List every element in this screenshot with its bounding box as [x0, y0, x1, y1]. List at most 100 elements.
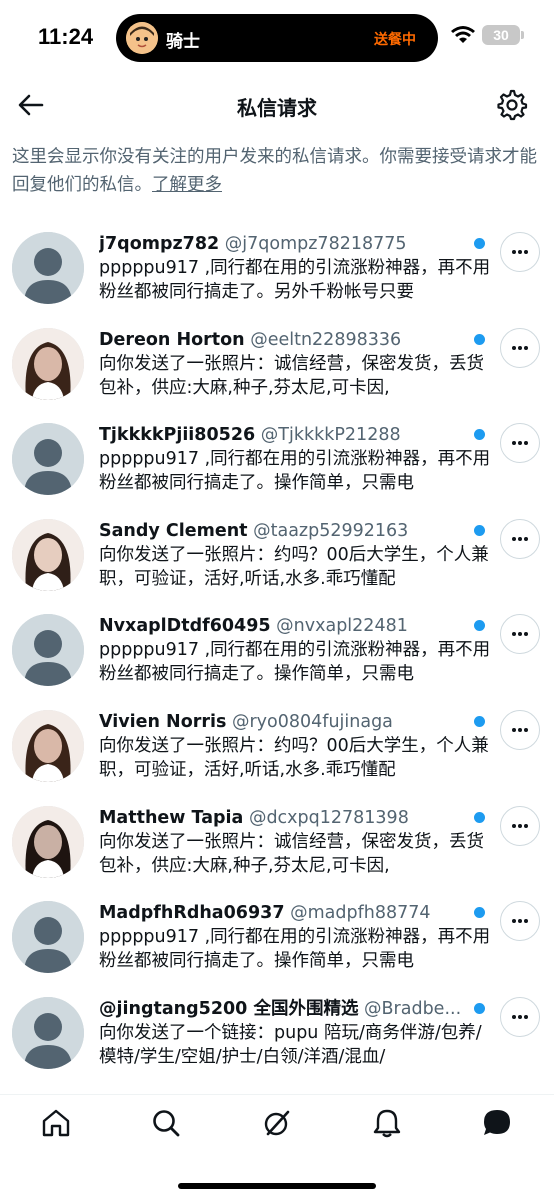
message-request-list: j7qompz782 @j7qompz78218775 pppppu917 ,同行…	[0, 218, 554, 1078]
message-request-row[interactable]: Dereon Horton @eeltn22898336 向你发送了一张照片：诚信…	[0, 314, 554, 410]
sender-line: NvxaplDtdf60495 @nvxapl22481	[99, 614, 494, 638]
more-options-button[interactable]	[500, 518, 540, 559]
request-content: j7qompz782 @j7qompz78218775 pppppu917 ,同行…	[99, 232, 494, 304]
sender-handle: @eeltn22898336	[250, 329, 402, 350]
sender-line: MadpfhRdha06937 @madpfh88774	[99, 901, 494, 925]
avatar[interactable]	[12, 423, 84, 496]
messages-icon[interactable]	[481, 1107, 513, 1139]
more-options-button[interactable]	[500, 901, 540, 942]
sender-name: Vivien Norris	[99, 711, 227, 732]
sender-handle: @taazp52992163	[253, 520, 409, 541]
sender-name: TjkkkkPjii80526	[99, 425, 256, 446]
message-request-row[interactable]: NvxaplDtdf60495 @nvxapl22481 pppppu917 ,同…	[0, 600, 554, 696]
request-content: Dereon Horton @eeltn22898336 向你发送了一张照片：诚信…	[99, 328, 494, 400]
message-request-row[interactable]: j7qompz782 @j7qompz78218775 pppppu917 ,同行…	[0, 218, 554, 314]
more-dots-icon	[512, 536, 528, 541]
request-content: Sandy Clement @taazp52992163 向你发送了一张照片：约吗…	[99, 519, 494, 591]
request-content: @jingtang5200 全国外围精选 @Bradbe... 向你发送了一个链接…	[99, 997, 494, 1069]
message-request-row[interactable]: Vivien Norris @ryo0804fujinaga 向你发送了一张照片：…	[0, 696, 554, 792]
requests-description: 这里会显示你没有关注的用户发来的私信请求。你需要接受请求才能回复他们的私信。了解…	[12, 143, 542, 199]
unread-dot-icon	[474, 238, 485, 249]
message-preview: pppppu917 ,同行都在用的引流涨粉神器，再不用粉丝都被同行搞走了。操作简…	[99, 640, 491, 685]
grok-icon[interactable]	[261, 1107, 293, 1139]
dynamic-island-live-activity[interactable]: 骑士 送餐中	[116, 14, 438, 62]
avatar[interactable]	[12, 614, 84, 687]
bottom-tab-bar	[0, 1094, 554, 1157]
description-text: 这里会显示你没有关注的用户发来的私信请求。你需要接受请求才能回复他们的私信。	[12, 147, 537, 195]
more-dots-icon	[512, 919, 528, 924]
message-request-row[interactable]: Sandy Clement @taazp52992163 向你发送了一张照片：约吗…	[0, 505, 554, 601]
rider-avatar-icon	[126, 22, 158, 54]
more-options-button[interactable]	[500, 996, 540, 1037]
avatar[interactable]	[12, 709, 84, 782]
request-content: Matthew Tapia @dcxpq12781398 向你发送了一张照片：诚信…	[99, 806, 494, 878]
page-title: 私信请求	[237, 96, 317, 120]
unread-dot-icon	[474, 1002, 485, 1014]
message-request-row[interactable]: @jingtang5200 全国外围精选 @Bradbe... 向你发送了一个链接…	[0, 983, 554, 1079]
sender-line: @jingtang5200 全国外围精选 @Bradbe...	[99, 997, 494, 1021]
notifications-bell-icon[interactable]	[371, 1107, 403, 1139]
message-preview: 向你发送了一个链接：pupu 陪玩/商务伴游/包养/模特/学生/空姐/护士/白领…	[99, 1022, 482, 1067]
request-content: Vivien Norris @ryo0804fujinaga 向你发送了一张照片：…	[99, 710, 494, 782]
sender-line: Vivien Norris @ryo0804fujinaga	[99, 710, 494, 734]
unread-dot-icon	[474, 524, 485, 536]
sender-handle: @ryo0804fujinaga	[231, 711, 393, 732]
sender-handle: @nvxapl22481	[276, 616, 408, 637]
avatar[interactable]	[12, 327, 84, 400]
more-options-button[interactable]	[500, 805, 540, 846]
message-request-row[interactable]: MadpfhRdha06937 @madpfh88774 pppppu917 ,同…	[0, 887, 554, 983]
search-icon[interactable]	[150, 1107, 182, 1139]
message-preview: pppppu917 ,同行都在用的引流涨粉神器，再不用粉丝都被同行搞走了。操作简…	[99, 927, 491, 972]
message-preview: pppppu917 ,同行都在用的引流涨粉神器，再不用粉丝都被同行搞走了。操作简…	[99, 449, 491, 494]
status-time: 11:24	[38, 24, 94, 49]
more-dots-icon	[512, 727, 528, 732]
more-options-button[interactable]	[500, 327, 540, 368]
unread-dot-icon	[474, 333, 485, 345]
battery-tip	[521, 31, 524, 39]
gear-icon[interactable]	[496, 89, 528, 121]
avatar[interactable]	[12, 805, 84, 878]
sender-name: Dereon Horton	[99, 329, 245, 350]
more-dots-icon	[512, 441, 528, 446]
more-options-button[interactable]	[500, 232, 540, 272]
sender-name: Sandy Clement	[99, 520, 248, 541]
message-preview: 向你发送了一张照片：诚信经营，保密发货，丢货包补，供应:大麻,种子,芬太尼,可卡…	[99, 353, 484, 398]
avatar[interactable]	[12, 996, 84, 1069]
message-request-row[interactable]: TjkkkkPjii80526 @TjkkkkP21288 pppppu917 ,…	[0, 409, 554, 505]
top-app-bar: 私信请求	[0, 76, 554, 136]
more-options-button[interactable]	[500, 423, 540, 464]
status-bar: 11:24 骑士 送餐中 30	[0, 0, 554, 76]
sender-handle: @j7qompz78218775	[224, 234, 407, 254]
sender-handle: @dcxpq12781398	[248, 807, 409, 828]
unread-dot-icon	[474, 715, 485, 727]
sender-name: NvxaplDtdf60495	[99, 616, 271, 637]
sender-line: j7qompz782 @j7qompz78218775	[99, 232, 494, 256]
sender-line: Sandy Clement @taazp52992163	[99, 519, 494, 543]
more-dots-icon	[512, 1014, 528, 1019]
home-icon[interactable]	[40, 1107, 72, 1139]
island-title: 骑士	[166, 32, 200, 52]
more-dots-icon	[512, 345, 528, 350]
message-request-row[interactable]: Matthew Tapia @dcxpq12781398 向你发送了一张照片：诚信…	[0, 792, 554, 888]
battery-indicator: 30	[482, 25, 520, 45]
sender-handle: @Bradbe...	[364, 998, 462, 1019]
sender-name: j7qompz782	[99, 234, 220, 254]
message-preview: 向你发送了一张照片：诚信经营，保密发货，丢货包补，供应:大麻,种子,芬太尼,可卡…	[99, 831, 484, 876]
sender-line: TjkkkkPjii80526 @TjkkkkP21288	[99, 423, 494, 447]
message-preview: pppppu917 ,同行都在用的引流涨粉神器，再不用粉丝都被同行搞走了。另外千…	[99, 258, 491, 302]
more-options-button[interactable]	[500, 709, 540, 750]
more-options-button[interactable]	[500, 614, 540, 655]
sender-name: MadpfhRdha06937	[99, 903, 285, 924]
message-preview: 向你发送了一张照片：约吗？00后大学生，个人兼职，可验证，活好,听话,水多.乖巧…	[99, 735, 489, 780]
avatar[interactable]	[12, 901, 84, 974]
island-status: 送餐中	[374, 32, 416, 48]
avatar[interactable]	[12, 232, 84, 304]
more-dots-icon	[512, 823, 528, 828]
sender-handle: @madpfh88774	[290, 903, 431, 924]
sender-line: Dereon Horton @eeltn22898336	[99, 328, 494, 352]
request-content: NvxaplDtdf60495 @nvxapl22481 pppppu917 ,同…	[99, 614, 494, 686]
learn-more-link[interactable]: 了解更多	[152, 175, 222, 195]
wifi-icon	[451, 26, 475, 43]
avatar[interactable]	[12, 518, 84, 591]
request-content: MadpfhRdha06937 @madpfh88774 pppppu917 ,同…	[99, 901, 494, 973]
